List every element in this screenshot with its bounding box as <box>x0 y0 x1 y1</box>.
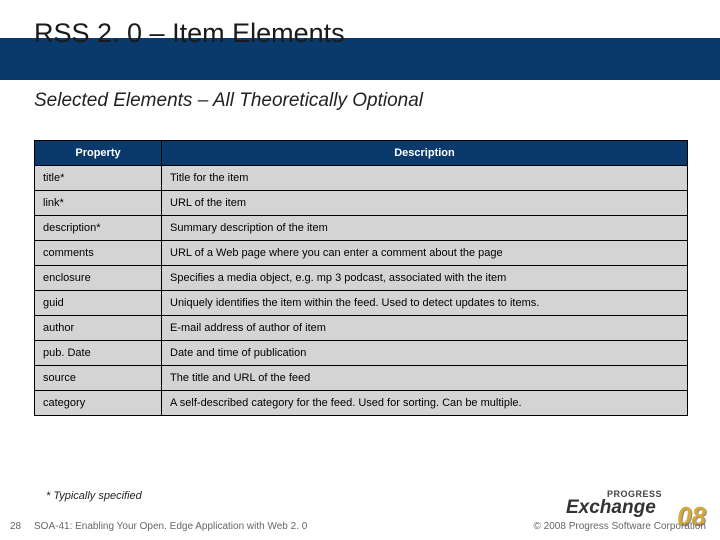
cell-property: link* <box>35 191 162 216</box>
table-header-row: Property Description <box>35 141 688 166</box>
table-row: commentsURL of a Web page where you can … <box>35 241 688 266</box>
table-row: enclosureSpecifies a media object, e.g. … <box>35 266 688 291</box>
slide-title: RSS 2. 0 – Item Elements <box>34 18 345 49</box>
cell-property: guid <box>35 291 162 316</box>
header-property: Property <box>35 141 162 166</box>
table-row: categoryA self-described category for th… <box>35 391 688 416</box>
progress-exchange-logo: PROGRESS Exchange 08 <box>566 490 706 522</box>
cell-description: URL of a Web page where you can enter a … <box>162 241 688 266</box>
table-row: description*Summary description of the i… <box>35 216 688 241</box>
cell-description: The title and URL of the feed <box>162 366 688 391</box>
footnote: * Typically specified <box>46 490 142 502</box>
cell-property: source <box>35 366 162 391</box>
table-row: title*Title for the item <box>35 166 688 191</box>
cell-description: A self-described category for the feed. … <box>162 391 688 416</box>
table-row: guidUniquely identifies the item within … <box>35 291 688 316</box>
cell-description: Uniquely identifies the item within the … <box>162 291 688 316</box>
slide-subtitle: Selected Elements – All Theoretically Op… <box>34 90 423 112</box>
elements-table: Property Description title*Title for the… <box>34 140 688 416</box>
cell-property: category <box>35 391 162 416</box>
cell-property: author <box>35 316 162 341</box>
table-row: sourceThe title and URL of the feed <box>35 366 688 391</box>
cell-description: E-mail address of author of item <box>162 316 688 341</box>
cell-property: description* <box>35 216 162 241</box>
header-description: Description <box>162 141 688 166</box>
slide-number: 28 <box>10 521 21 532</box>
cell-description: Specifies a media object, e.g. mp 3 podc… <box>162 266 688 291</box>
table-row: pub. DateDate and time of publication <box>35 341 688 366</box>
footer-copyright: © 2008 Progress Software Corporation <box>534 521 706 532</box>
cell-property: enclosure <box>35 266 162 291</box>
cell-description: Summary description of the item <box>162 216 688 241</box>
logo-exchange-text: Exchange <box>566 497 656 518</box>
cell-description: URL of the item <box>162 191 688 216</box>
cell-description: Title for the item <box>162 166 688 191</box>
footer-session: SOA-41: Enabling Your Open. Edge Applica… <box>34 521 307 532</box>
cell-property: title* <box>35 166 162 191</box>
table-row: link*URL of the item <box>35 191 688 216</box>
table-row: authorE-mail address of author of item <box>35 316 688 341</box>
cell-property: comments <box>35 241 162 266</box>
cell-description: Date and time of publication <box>162 341 688 366</box>
cell-property: pub. Date <box>35 341 162 366</box>
